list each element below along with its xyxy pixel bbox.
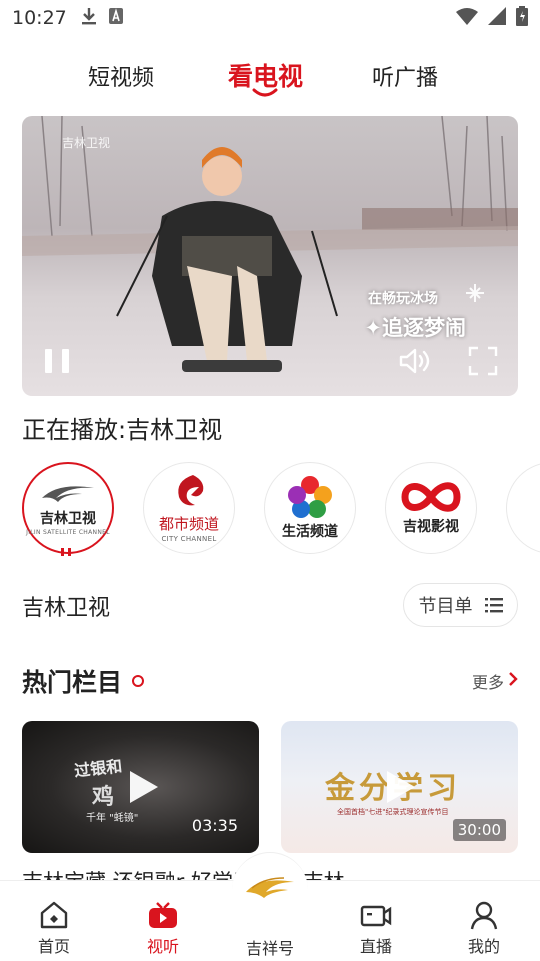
active-tab-indicator [252,88,278,97]
channel-name: 生活频道 [282,524,338,540]
channel-watermark: 吉林卫视 [62,136,111,150]
schedule-label: 节目单 [418,596,473,617]
more-link[interactable]: 更多 [472,669,504,693]
nav-label: 我的 [467,937,500,956]
nav-media[interactable]: 视听 [123,881,203,961]
list-icon [484,598,503,613]
video-player[interactable]: 吉林卫视 在畅玩冰场 ✦追逐梦闹 [22,116,518,396]
city-channel-logo-icon [178,475,204,506]
font-a-icon [108,7,123,29]
nav-profile[interactable]: 我的 [444,881,524,961]
film-channel-logo-icon [401,482,461,512]
video-frame [22,116,518,372]
channel-city[interactable]: 都市频道 CITY CHANNEL [143,462,235,554]
jilin-satellite-logo-icon [42,486,94,502]
chevron-right-icon[interactable] [508,672,518,686]
nav-label: 视听 [146,937,179,956]
channel-name: 都市频道 [158,515,219,533]
card-caption-2: 全国首档"七进"纪录式理论宣传节目 [337,808,449,816]
card-caption: 过银和 [73,756,124,781]
video-camera-icon [360,905,392,927]
home-icon [40,901,68,929]
battery-icon [516,5,528,31]
duration: 30:00 [452,819,506,841]
duration: 03:35 [191,816,238,835]
channel-life[interactable]: 生活频道 [264,462,356,554]
channel-more[interactable] [506,462,540,554]
video-caption-large: ✦追逐梦闹 [364,316,466,340]
nav-label: 首页 [37,937,70,956]
tab-short-video[interactable]: 短视频 [88,60,154,92]
playing-indicator [61,548,73,556]
pause-button[interactable] [42,346,72,376]
volume-icon[interactable] [398,346,432,376]
nav-label: 直播 [359,937,392,956]
nav-live[interactable]: 直播 [336,881,416,961]
status-time: 10:27 [12,7,67,29]
program-card[interactable]: 金分学习 全国首档"七进"纪录式理论宣传节目 30:00 [281,721,518,853]
card-caption-3: 千年 "蚝镜" [86,813,139,824]
card-caption-2: 鸡 [92,785,115,810]
channel-jilin-satellite[interactable]: 吉林卫视 JILIN SATELLITE CHANNEL [22,462,114,554]
signal-icon [488,6,506,30]
nav-label[interactable]: 吉祥号 [234,935,306,959]
channel-list: 吉林卫视 JILIN SATELLITE CHANNEL 都市频道 CITY C… [0,458,540,558]
tv-icon [149,902,177,928]
wifi-icon [456,7,478,30]
fullscreen-icon[interactable] [468,346,498,376]
channel-name: 吉视影视 [403,519,459,535]
user-icon [470,901,498,930]
current-channel-label: 吉林卫视 [22,596,111,621]
status-bar: 10:27 [0,0,540,36]
download-icon [81,7,97,30]
section-title: 热门栏目 [22,668,123,697]
tab-radio[interactable]: 听广播 [372,60,438,92]
channel-sub: JILIN SATELLITE CHANNEL [26,529,110,536]
channel-sub: CITY CHANNEL [161,535,217,543]
channel-film[interactable]: 吉视影视 [385,462,477,554]
auspicious-logo-icon[interactable] [240,866,300,906]
play-icon[interactable] [379,767,419,807]
play-icon[interactable] [122,767,162,807]
channel-name: 吉林卫视 [40,511,96,527]
schedule-button[interactable]: 节目单 [403,583,518,627]
life-channel-logo-icon [288,476,332,518]
now-playing: 正在播放:吉林卫视 [22,416,223,444]
video-caption-small: 在畅玩冰场 [368,291,438,307]
program-card[interactable]: 过银和 鸡 千年 "蚝镜" 03:35 [22,721,259,853]
nav-home[interactable]: 首页 [14,881,94,961]
section-dot-icon [132,675,144,687]
